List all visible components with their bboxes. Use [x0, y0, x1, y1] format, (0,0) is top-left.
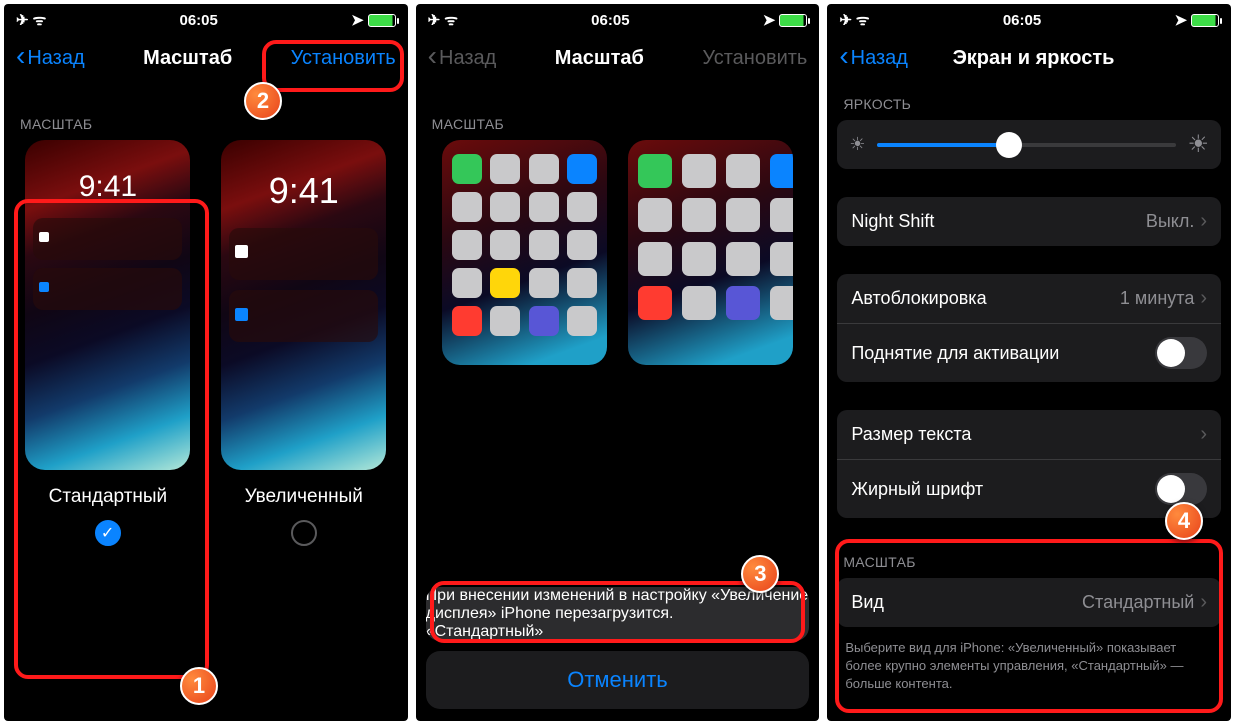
back-label: Назад [439, 47, 496, 70]
wifi-icon: ᯤ [856, 10, 870, 30]
autolock-value: 1 минута [1120, 288, 1194, 309]
battery-icon [779, 14, 807, 27]
marker-1: 1 [180, 667, 218, 705]
raise-label: Поднятие для активации [851, 343, 1059, 364]
bold-toggle[interactable] [1155, 473, 1207, 505]
set-button[interactable]: Установить [291, 47, 396, 70]
nav-title: Экран и яркость [953, 47, 1115, 70]
sheet-cancel-button[interactable]: Отменить [426, 651, 810, 709]
sun-small-icon: ☀︎ [849, 134, 865, 155]
sun-large-icon: ☀︎ [1188, 130, 1210, 159]
nav-bar: ‹Назад Масштаб Установить [4, 34, 408, 86]
raise-to-wake-cell[interactable]: Поднятие для активации [837, 324, 1221, 382]
action-sheet: При внесении изменений в настройку «Увел… [416, 587, 820, 721]
brightness-label: ЯРКОСТЬ [827, 86, 1231, 120]
radio-enlarged[interactable] [291, 520, 317, 546]
nav-bar: ‹Назад Экран и яркость [827, 34, 1231, 86]
option-standard[interactable]: 9:41 Стандартный [23, 140, 193, 546]
status-time: 06:05 [180, 12, 218, 29]
marker-4: 4 [1165, 502, 1203, 540]
night-shift-cell[interactable]: Night Shift Выкл.› [837, 197, 1221, 246]
chevron-right-icon: › [1200, 423, 1207, 446]
brightness-slider[interactable]: ☀︎ ☀︎ [837, 120, 1221, 169]
option-standard-label: Стандартный [23, 486, 193, 508]
battery-icon [1191, 14, 1219, 27]
marker-2: 2 [244, 82, 282, 120]
set-button: Установить [702, 47, 807, 70]
location-icon: ➤ [351, 11, 364, 29]
preview-standard: 9:41 [25, 140, 190, 470]
chevron-right-icon: › [1200, 591, 1207, 614]
text-group: Размер текста › Жирный шрифт [837, 410, 1221, 518]
status-bar: ✈ᯤ 06:05 ➤ [827, 4, 1231, 34]
zoom-section-label: МАСШТАБ [827, 546, 1231, 578]
preview-time: 9:41 [25, 170, 190, 204]
back-button[interactable]: ‹Назад [16, 47, 85, 70]
autolock-label: Автоблокировка [851, 288, 986, 309]
view-value: Стандартный [1082, 592, 1194, 613]
autolock-cell[interactable]: Автоблокировка 1 минута › [837, 274, 1221, 324]
back-button[interactable]: ‹Назад [839, 47, 908, 70]
option-enlarged[interactable]: 9:41 Увеличенный [219, 140, 389, 546]
preview-enlarged: 9:41 [221, 140, 386, 470]
status-bar: ✈ᯤ 06:05 ➤ [416, 4, 820, 34]
home-preview-standard [442, 140, 607, 365]
view-group: Вид Стандартный › [837, 578, 1221, 627]
status-time: 06:05 [1003, 12, 1041, 29]
night-shift-group: Night Shift Выкл.› [837, 197, 1221, 246]
back-button: ‹Назад [428, 47, 497, 70]
nav-title: Масштаб [143, 47, 232, 70]
preview-time: 9:41 [221, 170, 386, 212]
panel-3-display-settings: ✈ᯤ 06:05 ➤ ‹Назад Экран и яркость ЯРКОСТ… [827, 4, 1231, 721]
nav-bar: ‹Назад Масштаб Установить [416, 34, 820, 86]
nav-title: Масштаб [555, 47, 644, 70]
option-enlarged-label: Увеличенный [219, 486, 389, 508]
panel-2-action-sheet: ✈ᯤ 06:05 ➤ ‹Назад Масштаб Установить МАС… [416, 4, 820, 721]
raise-toggle[interactable] [1155, 337, 1207, 369]
wifi-icon: ᯤ [33, 10, 47, 30]
text-size-cell[interactable]: Размер текста › [837, 410, 1221, 460]
location-icon: ➤ [763, 11, 776, 29]
airplane-icon: ✈ [428, 11, 441, 29]
home-preview-enlarged [628, 140, 793, 365]
airplane-icon: ✈ [16, 11, 29, 29]
battery-icon [368, 14, 396, 27]
radio-standard[interactable] [95, 520, 121, 546]
wifi-icon: ᯤ [444, 10, 458, 30]
status-bar: ✈ᯤ 06:05 ➤ [4, 4, 408, 34]
section-label: МАСШТАБ [416, 86, 820, 140]
back-label: Назад [27, 47, 84, 70]
brightness-group: ☀︎ ☀︎ [837, 120, 1221, 169]
view-label: Вид [851, 592, 884, 613]
text-size-label: Размер текста [851, 424, 971, 445]
bold-label: Жирный шрифт [851, 479, 983, 500]
view-cell[interactable]: Вид Стандартный › [837, 578, 1221, 627]
night-shift-value: Выкл. [1146, 211, 1195, 232]
sheet-confirm-button[interactable]: «Стандартный» [426, 623, 810, 641]
lock-group: Автоблокировка 1 минута › Поднятие для ак… [837, 274, 1221, 382]
view-footer: Выберите вид для iPhone: «Увеличенный» п… [827, 633, 1231, 708]
status-time: 06:05 [591, 12, 629, 29]
bold-text-cell[interactable]: Жирный шрифт [837, 460, 1221, 518]
airplane-icon: ✈ [839, 11, 852, 29]
night-shift-label: Night Shift [851, 211, 934, 232]
back-label: Назад [851, 47, 908, 70]
panel-1-zoom-select: ✈ᯤ 06:05 ➤ ‹Назад Масштаб Установить МАС… [4, 4, 408, 721]
section-label: МАСШТАБ [4, 86, 408, 140]
chevron-right-icon: › [1200, 287, 1207, 310]
chevron-right-icon: › [1200, 210, 1207, 233]
location-icon: ➤ [1174, 11, 1187, 29]
sheet-message: При внесении изменений в настройку «Увел… [426, 587, 810, 623]
